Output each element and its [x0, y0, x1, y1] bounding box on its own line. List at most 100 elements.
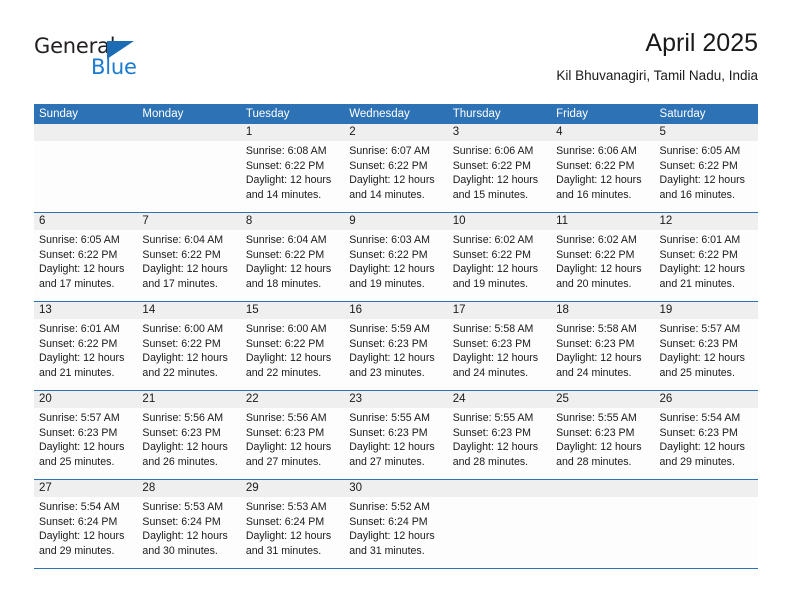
day-details: Sunrise: 5:55 AM Sunset: 6:23 PM Daylight:… [344, 408, 447, 469]
weekday-header-row: Sunday Monday Tuesday Wednesday Thursday Frid… [34, 104, 758, 124]
day-detail-line: Sunset: 6:23 PM [659, 337, 738, 350]
day-detail-line: and 29 minutes. [659, 455, 735, 468]
calendar-day-cell[interactable]: 18 Sunrise: 5:58 AM Sunset: 6:23 PM Dayligh… [551, 302, 655, 390]
day-detail-line: Sunrise: 6:06 AM [556, 145, 637, 157]
day-detail-line: and 23 minutes. [349, 366, 425, 379]
day-detail-line: Daylight: 12 hours [556, 441, 642, 454]
calendar-day-cell[interactable]: 1 Sunrise: 6:08 AM Sunset: 6:22 PM Daylight… [240, 124, 345, 212]
calendar-day-cell[interactable]: 27 Sunrise: 5:54 AM Sunset: 6:24 PM Dayligh… [34, 480, 138, 568]
day-detail-line: Sunset: 6:23 PM [659, 426, 738, 439]
calendar-day-cell[interactable]: 6 Sunrise: 6:05 AM Sunset: 6:22 PM Daylight… [34, 213, 138, 301]
day-number-band: 9 [344, 213, 448, 230]
weekday-header-tuesday: Tuesday [245, 108, 290, 120]
calendar-day-cell[interactable]: 26 Sunrise: 5:54 AM Sunset: 6:23 PM Dayligh… [654, 391, 758, 479]
general-blue-logo[interactable]: General Blue [34, 34, 204, 90]
calendar-day-cell[interactable]: 3 Sunrise: 6:06 AM Sunset: 6:22 PM Daylight… [447, 124, 552, 212]
calendar-day-cell[interactable]: 11 Sunrise: 6:02 AM Sunset: 6:22 PM Dayligh… [551, 213, 655, 301]
day-detail-line: Sunset: 6:22 PM [659, 159, 738, 172]
day-detail-line: and 15 minutes. [452, 188, 529, 201]
page-header: General Blue April 2025 Kil Bhuvanagiri,… [34, 28, 758, 96]
day-number-band [551, 480, 655, 497]
day-detail-line: Sunrise: 6:02 AM [556, 234, 637, 246]
day-number-band: 12 [654, 213, 758, 230]
calendar-day-cell[interactable]: 20 Sunrise: 5:57 AM Sunset: 6:23 PM Dayligh… [34, 391, 138, 479]
day-detail-line: and 26 minutes. [142, 455, 218, 468]
day-detail-line: Sunset: 6:23 PM [142, 426, 221, 439]
day-details: Sunrise: 6:02 AM Sunset: 6:22 PM Daylight:… [448, 230, 551, 291]
day-detail-line: and 19 minutes. [452, 277, 529, 290]
calendar-day-cell[interactable]: 4 Sunrise: 6:06 AM Sunset: 6:22 PM Daylight… [551, 124, 655, 212]
page-subtitle: Kil Bhuvanagiri, Tamil Nadu, India [556, 68, 758, 83]
day-number: 10 [452, 215, 466, 227]
day-detail-line: and 27 minutes. [245, 455, 322, 468]
day-detail-line: Sunset: 6:24 PM [245, 515, 325, 528]
day-number-band: 3 [447, 124, 552, 141]
day-number: 15 [245, 304, 259, 316]
day-number-band: 18 [551, 302, 655, 319]
day-detail-line: and 28 minutes. [452, 455, 529, 468]
calendar-day-cell[interactable]: 23 Sunrise: 5:55 AM Sunset: 6:23 PM Dayligh… [344, 391, 448, 479]
calendar-day-cell[interactable]: 22 Sunrise: 5:56 AM Sunset: 6:23 PM Dayligh… [240, 391, 345, 479]
day-detail-line: Sunset: 6:22 PM [556, 248, 635, 261]
calendar-day-cell-empty [654, 480, 758, 568]
day-detail-line: and 19 minutes. [349, 277, 425, 290]
day-detail-line: Sunrise: 6:02 AM [452, 234, 534, 246]
day-detail-line: Daylight: 12 hours [245, 263, 332, 276]
page-title: April 2025 [645, 29, 758, 57]
day-details: Sunrise: 6:07 AM Sunset: 6:22 PM Daylight:… [344, 141, 447, 202]
day-detail-line: Sunrise: 6:08 AM [245, 145, 327, 157]
calendar-day-cell[interactable]: 17 Sunrise: 5:58 AM Sunset: 6:23 PM Dayligh… [447, 302, 552, 390]
day-detail-line: Daylight: 12 hours [245, 530, 332, 543]
day-details: Sunrise: 5:56 AM Sunset: 6:23 PM Daylight:… [241, 408, 344, 469]
calendar-day-cell[interactable]: 9 Sunrise: 6:03 AM Sunset: 6:22 PM Daylight… [344, 213, 448, 301]
calendar-week-row: 6 Sunrise: 6:05 AM Sunset: 6:22 PM Daylight… [34, 213, 758, 302]
calendar-day-cell[interactable]: 12 Sunrise: 6:01 AM Sunset: 6:22 PM Dayligh… [654, 213, 758, 301]
day-details: Sunrise: 5:54 AM Sunset: 6:23 PM Daylight:… [655, 408, 758, 469]
calendar-day-cell[interactable]: 19 Sunrise: 5:57 AM Sunset: 6:23 PM Dayligh… [654, 302, 758, 390]
calendar-day-cell[interactable]: 15 Sunrise: 6:00 AM Sunset: 6:22 PM Dayligh… [240, 302, 345, 390]
calendar-day-cell[interactable]: 25 Sunrise: 5:55 AM Sunset: 6:23 PM Dayligh… [551, 391, 655, 479]
day-detail-line: Daylight: 12 hours [556, 352, 642, 365]
day-details: Sunrise: 5:59 AM Sunset: 6:23 PM Daylight:… [344, 319, 447, 380]
day-detail-line: Sunset: 6:23 PM [452, 337, 532, 350]
calendar-day-cell[interactable]: 2 Sunrise: 6:07 AM Sunset: 6:22 PM Daylight… [344, 124, 448, 212]
calendar-week-row: 13 Sunrise: 6:01 AM Sunset: 6:22 PM Dayligh… [34, 302, 758, 391]
day-number: 21 [142, 393, 156, 405]
day-details: Sunrise: 6:05 AM Sunset: 6:22 PM Daylight:… [655, 141, 758, 202]
day-detail-line: Sunrise: 6:01 AM [39, 323, 120, 335]
day-detail-line: Daylight: 12 hours [39, 530, 125, 543]
day-detail-line: Daylight: 12 hours [349, 263, 435, 276]
day-detail-line: Sunset: 6:23 PM [39, 426, 118, 439]
day-number: 28 [142, 482, 156, 494]
calendar-day-cell[interactable]: 5 Sunrise: 6:05 AM Sunset: 6:22 PM Daylight… [654, 124, 758, 212]
calendar-day-cell[interactable]: 7 Sunrise: 6:04 AM Sunset: 6:22 PM Daylight… [137, 213, 241, 301]
day-number-band [137, 124, 241, 141]
calendar-day-cell[interactable]: 24 Sunrise: 5:55 AM Sunset: 6:23 PM Dayligh… [447, 391, 552, 479]
day-details: Sunrise: 6:04 AM Sunset: 6:22 PM Daylight:… [241, 230, 344, 291]
day-detail-line: and 25 minutes. [659, 366, 735, 379]
day-detail-line: and 14 minutes. [349, 188, 425, 201]
day-detail-line: Daylight: 12 hours [659, 441, 745, 454]
day-detail-line: and 25 minutes. [39, 455, 115, 468]
calendar-day-cell[interactable]: 28 Sunrise: 5:53 AM Sunset: 6:24 PM Dayligh… [137, 480, 241, 568]
day-detail-line: Sunrise: 6:05 AM [39, 234, 120, 246]
day-detail-line: Sunset: 6:22 PM [245, 159, 325, 172]
day-details: Sunrise: 5:57 AM Sunset: 6:23 PM Daylight:… [34, 408, 137, 469]
day-detail-line: and 29 minutes. [39, 544, 115, 557]
day-number: 20 [39, 393, 52, 405]
day-detail-line: Sunrise: 5:56 AM [245, 412, 327, 424]
calendar-day-cell[interactable]: 10 Sunrise: 6:02 AM Sunset: 6:22 PM Dayligh… [447, 213, 552, 301]
day-detail-line: Sunset: 6:23 PM [556, 337, 635, 350]
calendar-day-cell[interactable]: 21 Sunrise: 5:56 AM Sunset: 6:23 PM Dayligh… [137, 391, 241, 479]
day-detail-line: Sunrise: 5:57 AM [659, 323, 741, 335]
day-detail-line: Sunset: 6:22 PM [659, 248, 738, 261]
calendar-day-cell[interactable]: 16 Sunrise: 5:59 AM Sunset: 6:23 PM Dayligh… [344, 302, 448, 390]
calendar-day-cell[interactable]: 8 Sunrise: 6:04 AM Sunset: 6:22 PM Daylight… [240, 213, 345, 301]
calendar-day-cell[interactable]: 29 Sunrise: 5:53 AM Sunset: 6:24 PM Dayligh… [240, 480, 345, 568]
calendar-day-cell[interactable]: 14 Sunrise: 6:00 AM Sunset: 6:22 PM Dayligh… [137, 302, 241, 390]
day-number: 19 [659, 304, 673, 316]
day-detail-line: and 22 minutes. [245, 366, 322, 379]
calendar-day-cell[interactable]: 30 Sunrise: 5:52 AM Sunset: 6:24 PM Dayligh… [344, 480, 448, 568]
day-number-band: 17 [447, 302, 552, 319]
calendar-day-cell[interactable]: 13 Sunrise: 6:01 AM Sunset: 6:22 PM Dayligh… [34, 302, 138, 390]
